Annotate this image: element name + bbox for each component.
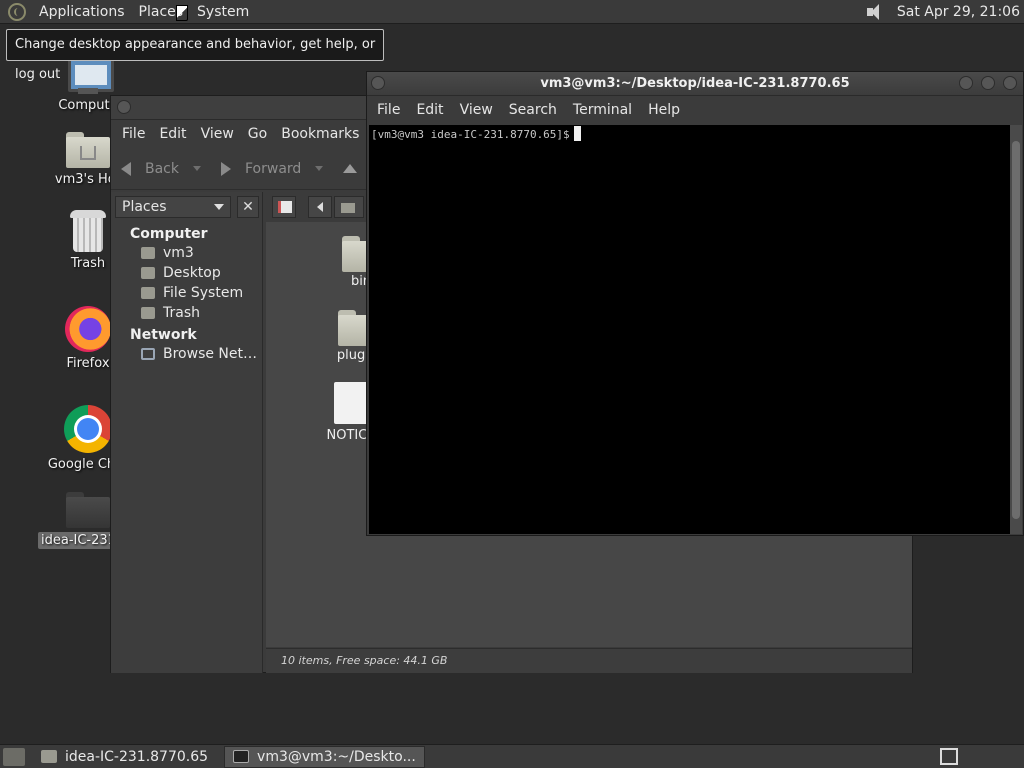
firefox-icon bbox=[65, 306, 111, 352]
sidebar-item-desktop[interactable]: Desktop bbox=[111, 263, 262, 283]
folder-icon bbox=[41, 750, 57, 763]
close-icon[interactable] bbox=[1003, 76, 1017, 90]
term-menu-view[interactable]: View bbox=[452, 102, 501, 118]
sidebar-item-trash[interactable]: Trash bbox=[111, 303, 262, 323]
terminal-prompt-line: [vm3@vm3 idea-IC-231.8770.65]$ bbox=[369, 125, 1010, 141]
sidebar-item-label: vm3 bbox=[163, 245, 194, 261]
fm-menu-go[interactable]: Go bbox=[241, 126, 274, 142]
back-label: Back bbox=[145, 160, 179, 177]
terminal-title: vm3@vm3:~/Desktop/idea-IC-231.8770.65 bbox=[540, 76, 850, 91]
sidebar-item-browse-network[interactable]: Browse Net… bbox=[111, 344, 262, 364]
home-icon bbox=[141, 247, 155, 259]
chevron-down-icon bbox=[214, 204, 224, 210]
text-cursor bbox=[573, 126, 581, 141]
terminal-scrollbar[interactable] bbox=[1010, 125, 1022, 534]
chrome-icon bbox=[64, 405, 112, 453]
menu-system[interactable]: System bbox=[190, 4, 256, 20]
fm-menu-view[interactable]: View bbox=[194, 126, 241, 142]
term-menu-edit[interactable]: Edit bbox=[408, 102, 451, 118]
term-menu-help[interactable]: Help bbox=[640, 102, 688, 118]
terminal-output[interactable]: [vm3@vm3 idea-IC-231.8770.65]$ bbox=[369, 125, 1010, 534]
volume-icon[interactable] bbox=[865, 3, 887, 21]
sidebar-item-file-system[interactable]: File System bbox=[111, 283, 262, 303]
terminal-window: vm3@vm3:~/Desktop/idea-IC-231.8770.65 Fi… bbox=[366, 71, 1024, 536]
fm-menu-edit[interactable]: Edit bbox=[152, 126, 193, 142]
network-icon bbox=[141, 348, 155, 360]
forward-history-dropdown-icon[interactable] bbox=[315, 166, 324, 171]
bottom-panel: idea-IC-231.8770.65 vm3@vm3:~/Deskto... bbox=[0, 744, 1024, 768]
workspace-switcher-icon[interactable] bbox=[940, 748, 958, 765]
maximize-icon[interactable] bbox=[981, 76, 995, 90]
window-menu-icon[interactable] bbox=[117, 100, 131, 114]
distro-logo-icon[interactable] bbox=[8, 2, 26, 21]
forward-button[interactable]: Forward bbox=[221, 160, 324, 177]
sidebar-heading-network: Network bbox=[130, 327, 197, 343]
back-history-dropdown-icon[interactable] bbox=[193, 166, 201, 171]
desktop-icon-label: Firefox bbox=[66, 356, 110, 371]
trash-icon bbox=[141, 307, 155, 319]
window-menu-icon[interactable] bbox=[371, 76, 385, 90]
desktop-icon-label: Trash bbox=[70, 256, 106, 271]
drive-icon bbox=[141, 287, 155, 299]
path-scroll-left-icon[interactable] bbox=[308, 196, 332, 218]
show-desktop-icon[interactable] bbox=[3, 747, 25, 766]
terminal-icon bbox=[233, 750, 250, 763]
sidebar-item-label: Desktop bbox=[163, 265, 221, 281]
computer-icon bbox=[64, 58, 114, 96]
forward-arrow-icon bbox=[221, 161, 231, 176]
desktop-folder-icon bbox=[141, 267, 155, 279]
terminal-menubar: File Edit View Search Terminal Help bbox=[367, 96, 1023, 124]
edit-location-icon[interactable] bbox=[272, 196, 296, 218]
mouse-pointer-icon bbox=[176, 5, 188, 21]
term-menu-search[interactable]: Search bbox=[501, 102, 565, 118]
sidebar-heading-computer: Computer bbox=[130, 226, 208, 242]
fm-menu-bookmarks[interactable]: Bookmarks bbox=[274, 126, 366, 142]
terminal-prompt: [vm3@vm3 idea-IC-231.8770.65]$ bbox=[371, 128, 570, 141]
fm-menu-file[interactable]: File bbox=[115, 126, 152, 142]
taskbar-item-terminal[interactable]: vm3@vm3:~/Deskto... bbox=[224, 745, 425, 768]
system-menu-tooltip: Change desktop appearance and behavior, … bbox=[6, 29, 384, 82]
sidebar-item-vm3[interactable]: vm3 bbox=[111, 243, 262, 263]
clock[interactable]: Sat Apr 29, 21:06 bbox=[897, 4, 1024, 20]
path-bar: v bbox=[266, 192, 374, 222]
folder-icon bbox=[66, 492, 110, 528]
minimize-icon[interactable] bbox=[959, 76, 973, 90]
sidebar-selector[interactable]: Places bbox=[115, 196, 231, 218]
sidebar-item-label: Trash bbox=[163, 305, 200, 321]
file-manager-sidebar: Places ✕ Computer vm3 Desktop File Syste… bbox=[111, 192, 263, 673]
back-button[interactable]: Back bbox=[121, 161, 201, 177]
trash-icon bbox=[70, 210, 106, 252]
forward-label: Forward bbox=[245, 160, 302, 177]
status-bar: 10 items, Free space: 44.1 GB bbox=[266, 648, 912, 673]
term-menu-terminal[interactable]: Terminal bbox=[565, 102, 640, 118]
top-panel: Applications Places System Sat Apr 29, 2… bbox=[0, 0, 1024, 24]
taskbar-item-label: idea-IC-231.8770.65 bbox=[65, 748, 209, 765]
document-icon bbox=[334, 382, 368, 424]
desktop-icon-label: Compute bbox=[58, 98, 118, 113]
terminal-titlebar[interactable]: vm3@vm3:~/Desktop/idea-IC-231.8770.65 bbox=[367, 72, 1023, 96]
sidebar-selector-value: Places bbox=[122, 199, 167, 215]
taskbar-item-label: vm3@vm3:~/Deskto... bbox=[257, 748, 416, 765]
term-menu-file[interactable]: File bbox=[369, 102, 408, 118]
back-arrow-icon bbox=[121, 161, 131, 176]
menu-applications[interactable]: Applications bbox=[32, 4, 132, 20]
close-sidebar-button[interactable]: ✕ bbox=[237, 196, 259, 218]
sidebar-item-label: Browse Net… bbox=[163, 346, 258, 362]
panel-tray: Sat Apr 29, 21:06 bbox=[865, 0, 1024, 24]
path-home-button[interactable] bbox=[334, 196, 364, 218]
sidebar-item-label: File System bbox=[163, 285, 244, 301]
taskbar-item-file-manager[interactable]: idea-IC-231.8770.65 bbox=[33, 746, 216, 768]
sidebar-header: Places ✕ bbox=[111, 192, 262, 222]
up-arrow-icon[interactable] bbox=[343, 164, 358, 173]
home-folder-icon bbox=[66, 132, 110, 168]
